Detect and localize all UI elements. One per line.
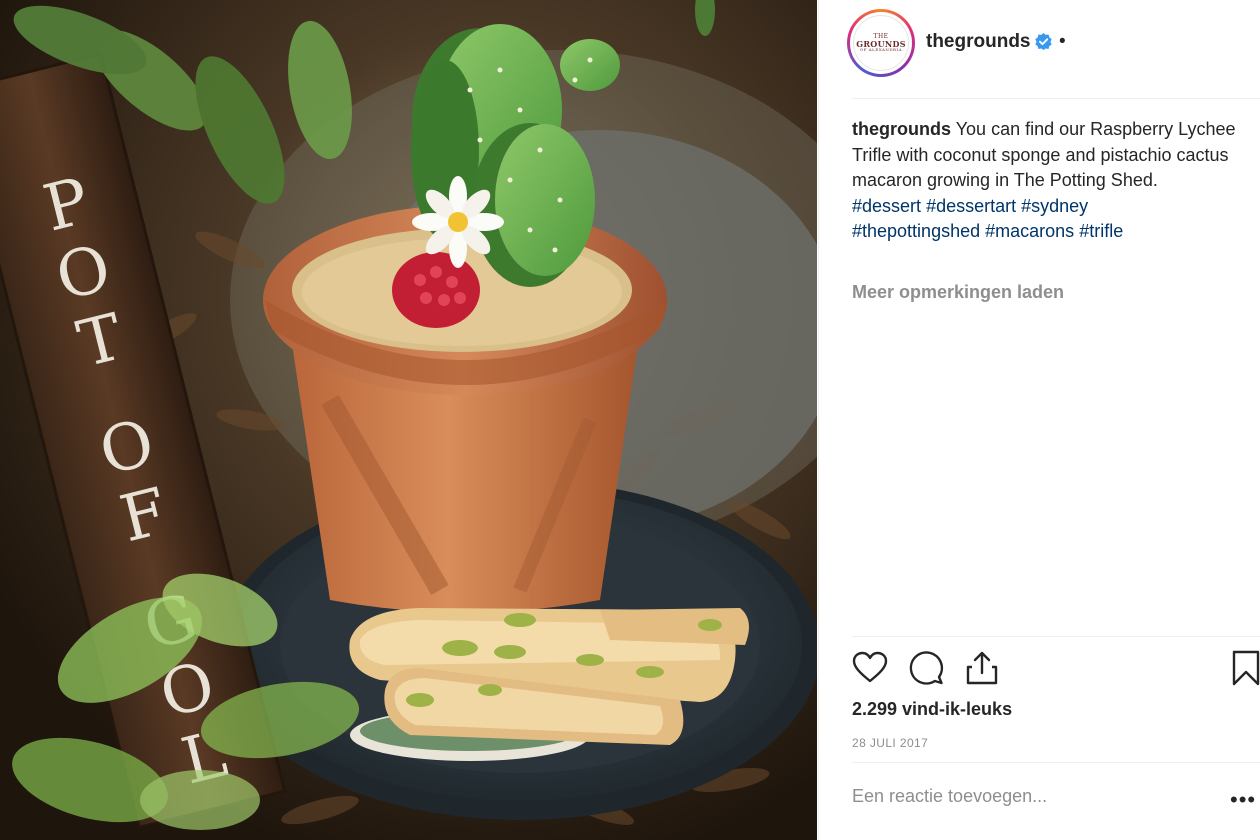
logo-bottom-text: OF ALEXANDRIA — [859, 47, 903, 53]
share-icon[interactable] — [964, 650, 1000, 686]
hashtag-link[interactable]: #macarons — [985, 221, 1074, 241]
post-header: THE GROUNDS OF ALEXANDRIA thegrounds • — [819, 0, 1260, 98]
add-comment-input[interactable] — [852, 786, 1202, 807]
likes-count[interactable]: 2.299 vind-ik-leuks — [852, 699, 1012, 720]
more-options-icon[interactable]: ••• — [1230, 789, 1256, 811]
dessert-photo-illustration: P O T O F G O L — [0, 0, 817, 840]
comment-icon[interactable] — [908, 650, 944, 686]
avatar-frame: THE GROUNDS OF ALEXANDRIA — [850, 12, 912, 74]
bookmark-icon[interactable] — [1228, 650, 1260, 686]
actions-divider — [852, 636, 1260, 637]
hashtag-link[interactable]: #dessertart — [926, 196, 1016, 216]
post-username-link[interactable]: thegrounds — [926, 31, 1031, 53]
avatar[interactable]: THE GROUNDS OF ALEXANDRIA — [847, 9, 915, 77]
post-side-panel: THE GROUNDS OF ALEXANDRIA thegrounds • t… — [818, 0, 1260, 840]
header-separator: • — [1059, 31, 1066, 52]
comment-divider — [852, 762, 1260, 763]
verified-badge-icon — [1035, 33, 1052, 50]
caption-username-link[interactable]: thegrounds — [852, 119, 951, 139]
grounds-logo: THE GROUNDS OF ALEXANDRIA — [853, 15, 909, 71]
post-photo[interactable]: P O T O F G O L — [0, 0, 817, 840]
hashtag-link[interactable]: #thepottingshed — [852, 221, 980, 241]
heart-icon[interactable] — [852, 650, 888, 686]
hashtag-link[interactable]: #dessert — [852, 196, 921, 216]
load-more-comments-button[interactable]: Meer opmerkingen laden — [852, 282, 1064, 303]
hashtag-link[interactable]: #trifle — [1079, 221, 1123, 241]
header-divider — [852, 98, 1260, 99]
post-date[interactable]: 28 JULI 2017 — [852, 736, 928, 750]
hashtag-link[interactable]: #sydney — [1021, 196, 1088, 216]
post-caption: thegrounds You can find our Raspberry Ly… — [852, 117, 1242, 245]
